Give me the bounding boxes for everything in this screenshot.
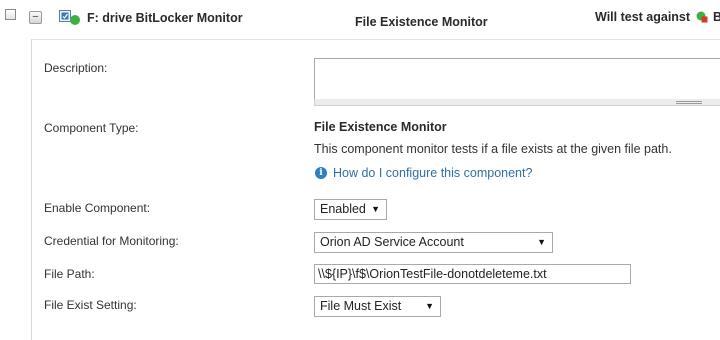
component-type-value: File Existence Monitor — [314, 120, 447, 134]
description-label: Description: — [44, 61, 108, 75]
select-component-checkbox[interactable] — [5, 9, 16, 20]
resize-grip-icon[interactable] — [676, 101, 702, 104]
description-textarea[interactable] — [314, 58, 720, 100]
minus-icon: − — [32, 11, 39, 23]
file-path-input[interactable]: \\${IP}\f$\OrionTestFile-donotdeleteme.t… — [314, 264, 631, 284]
component-monitor-icon — [59, 10, 80, 25]
file-exist-setting-label: File Exist Setting: — [44, 298, 137, 312]
component-type-header: File Existence Monitor — [355, 15, 488, 29]
file-exist-setting-select[interactable]: File Must Exist ▼ — [314, 296, 441, 317]
enable-component-select[interactable]: Enabled ▼ — [314, 199, 387, 220]
component-type-description: This component monitor tests if a file e… — [314, 142, 672, 156]
textarea-resize-bar[interactable] — [314, 99, 720, 106]
enable-component-value: Enabled — [320, 202, 366, 216]
credential-label: Credential for Monitoring: — [44, 234, 179, 248]
dropdown-arrow-icon: ▼ — [425, 301, 434, 311]
dropdown-arrow-icon: ▼ — [371, 204, 380, 214]
info-icon[interactable]: i — [315, 167, 327, 179]
node-name-truncated: B — [713, 10, 720, 24]
credential-select[interactable]: Orion AD Service Account ▼ — [314, 232, 553, 253]
component-type-label: Component Type: — [44, 121, 139, 135]
file-exist-setting-value: File Must Exist — [320, 299, 402, 313]
file-path-label: File Path: — [44, 267, 95, 281]
component-header: − F: drive BitLocker Monitor File Existe… — [0, 0, 720, 38]
component-title: F: drive BitLocker Monitor — [87, 11, 243, 25]
will-test-against-label: Will test against — [595, 10, 691, 24]
collapse-button[interactable]: − — [29, 11, 42, 24]
help-configure-link[interactable]: How do I configure this component? — [333, 166, 532, 180]
enable-component-label: Enable Component: — [44, 201, 151, 215]
dropdown-arrow-icon: ▼ — [537, 237, 546, 247]
node-status-icon — [696, 11, 708, 23]
status-up-icon — [70, 15, 80, 25]
credential-value: Orion AD Service Account — [320, 235, 464, 249]
